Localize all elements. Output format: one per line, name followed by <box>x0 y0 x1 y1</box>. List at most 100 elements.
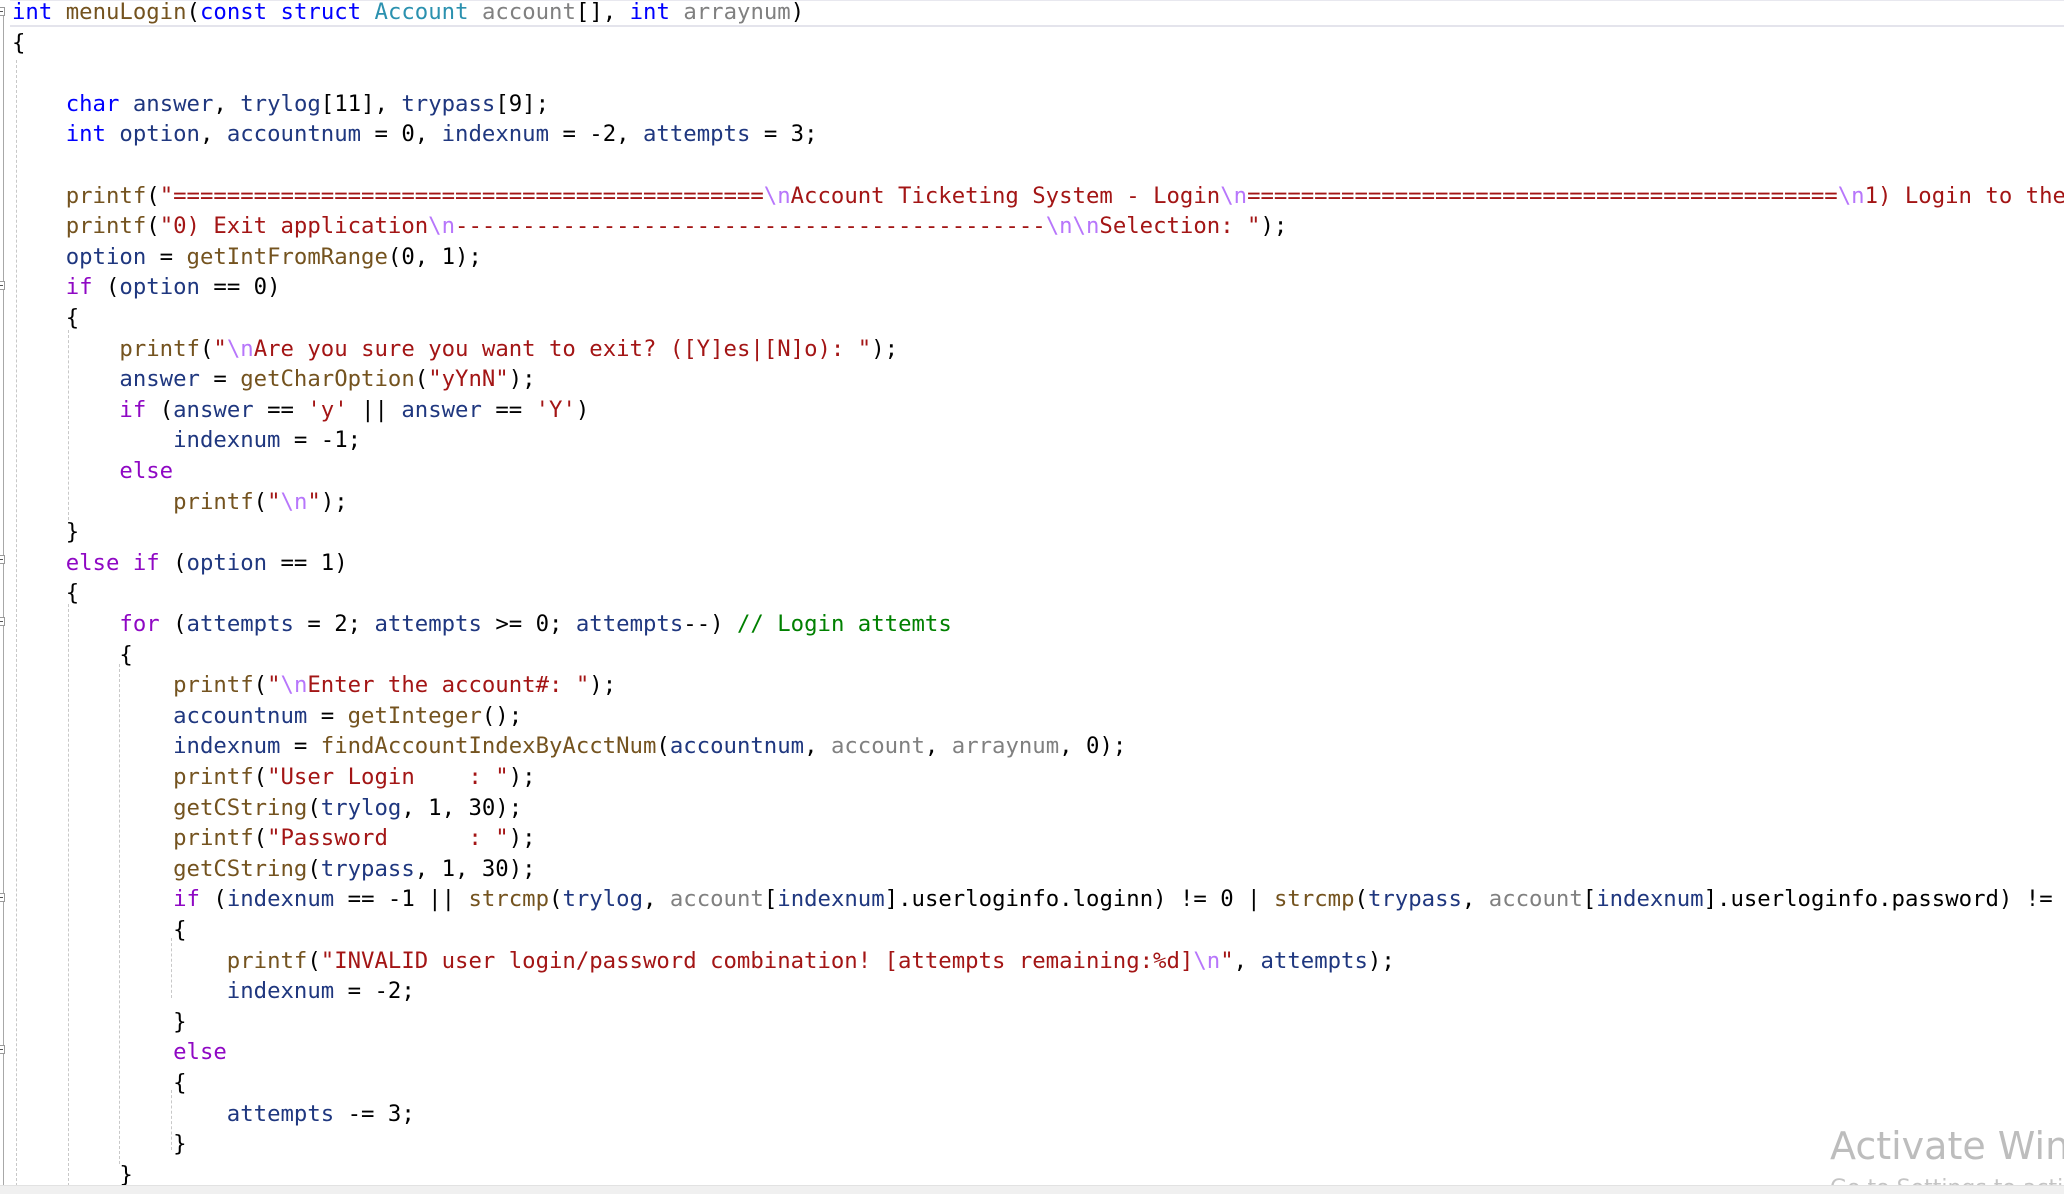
code-line[interactable]: option = getIntFromRange(0, 1); <box>12 242 482 272</box>
token-plain-text: -= 3; <box>334 1100 415 1127</box>
token-string-literal: ========================================… <box>1247 182 1838 209</box>
token-plain-text: } <box>12 1161 133 1188</box>
collapse-else-if-button[interactable] <box>0 555 5 564</box>
code-editor[interactable]: int menuLogin(const struct Account accou… <box>0 0 2064 1188</box>
token-plain-text: , 1, 30); <box>414 855 536 882</box>
token-local-variable: accountnum <box>173 702 308 729</box>
token-plain-text: = <box>307 702 348 729</box>
token-plain-text: ( <box>159 549 187 576</box>
token-plain-text <box>12 611 119 637</box>
code-line[interactable]: printf("INVALID user login/password comb… <box>12 946 1395 976</box>
code-line[interactable]: printf("0) Exit application\n-----------… <box>12 211 1288 241</box>
code-line[interactable]: indexnum = -1; <box>12 425 361 455</box>
token-comment: // Login attemts <box>736 611 952 637</box>
code-line[interactable]: { <box>12 1068 186 1098</box>
code-line[interactable]: answer = getCharOption("yYnN"); <box>12 364 535 394</box>
code-line[interactable]: } <box>12 517 79 547</box>
code-line[interactable]: printf("\nAre you sure you want to exit?… <box>12 334 898 364</box>
token-string-literal: 'Y' <box>535 396 576 423</box>
token-plain-text: [9]; <box>495 90 550 117</box>
token-plain-text: ); <box>508 825 536 852</box>
token-plain-text: , <box>1233 947 1261 974</box>
token-control-keyword: else if <box>65 549 160 576</box>
token-plain-text: (); <box>481 702 523 729</box>
token-plain-text <box>12 550 66 576</box>
code-line[interactable]: getCString(trylog, 1, 30); <box>12 793 522 823</box>
code-line[interactable]: indexnum = findAccountIndexByAcctNum(acc… <box>12 731 1126 761</box>
code-line[interactable]: else <box>12 456 173 486</box>
token-plain-text: ( <box>549 886 563 913</box>
token-parameter: account <box>830 733 925 760</box>
collapse-inner-if-button[interactable] <box>0 893 5 902</box>
token-plain-text: == -1 || <box>334 886 469 913</box>
outlining-margin <box>0 0 10 1186</box>
code-line[interactable]: attempts -= 3; <box>12 1099 415 1129</box>
code-line[interactable]: if (answer == 'y' || answer == 'Y') <box>12 395 589 425</box>
token-string-literal: 'y' <box>307 396 348 423</box>
code-line[interactable]: printf("Password : "); <box>12 823 536 853</box>
token-plain-text <box>12 948 227 974</box>
code-line[interactable]: { <box>12 303 79 333</box>
token-plain-text: ( <box>199 335 214 362</box>
code-line[interactable]: if (option == 0) <box>12 272 281 302</box>
token-function-name: getIntFromRange <box>186 243 388 270</box>
token-local-variable: indexnum <box>441 121 550 148</box>
token-plain-text: ); <box>871 335 899 362</box>
token-local-variable: option <box>65 243 147 270</box>
token-plain-text <box>469 0 482 25</box>
code-line[interactable]: int menuLogin(const struct Account accou… <box>12 0 804 27</box>
token-local-variable: indexnum <box>226 978 335 1005</box>
token-escape-sequence: \n <box>226 335 254 362</box>
token-local-variable: accountnum <box>669 733 805 760</box>
token-string-literal: ----------------------------------------… <box>455 213 1046 240</box>
code-line[interactable]: { <box>12 915 187 945</box>
collapse-for-button[interactable] <box>0 617 5 626</box>
code-line[interactable]: getCString(trypass, 1, 30); <box>12 854 536 884</box>
token-local-variable: accountnum <box>226 121 362 148</box>
code-line[interactable]: printf("\nEnter the account#: "); <box>12 670 616 700</box>
code-line[interactable]: else <box>12 1037 227 1067</box>
token-plain-text <box>12 886 173 912</box>
horizontal-scrollbar[interactable] <box>0 1185 2064 1194</box>
collapse-function-button[interactable] <box>0 7 5 16</box>
code-line[interactable]: printf("================================… <box>12 181 2064 211</box>
token-local-variable: attempts <box>226 1100 335 1127</box>
token-plain-text: } <box>12 1008 187 1035</box>
code-line[interactable]: int option, accountnum = 0, indexnum = -… <box>12 119 818 149</box>
code-line[interactable]: { <box>12 28 25 58</box>
token-string-literal: "Password : " <box>267 825 509 852</box>
token-plain-text: [ <box>763 886 778 913</box>
token-plain-text <box>12 458 119 484</box>
collapse-else-button[interactable] <box>0 1045 5 1054</box>
token-local-variable: indexnum <box>226 886 335 913</box>
token-plain-text <box>12 825 173 851</box>
code-line[interactable]: for (attempts = 2; attempts >= 0; attemp… <box>12 609 952 639</box>
token-local-variable: indexnum <box>173 733 281 760</box>
code-line[interactable]: } <box>12 1129 186 1159</box>
code-line[interactable]: if (indexnum == -1 || strcmp(trylog, acc… <box>12 884 2064 914</box>
token-plain-text: = <box>280 733 321 760</box>
code-line[interactable]: } <box>12 1007 187 1037</box>
code-line[interactable]: { <box>12 640 132 670</box>
token-string-literal: "User Login : " <box>267 764 509 790</box>
collapse-if-button[interactable] <box>0 281 5 290</box>
token-keyword: struct <box>280 0 362 25</box>
token-plain-text: ( <box>253 488 268 515</box>
token-plain-text: ( <box>253 764 268 790</box>
token-local-variable: indexnum <box>173 427 281 454</box>
token-plain-text <box>12 366 119 392</box>
code-line[interactable]: { <box>12 578 79 608</box>
code-line[interactable]: printf("User Login : "); <box>12 762 535 792</box>
token-plain-text: { <box>12 29 26 56</box>
token-plain-text: [], <box>575 0 630 25</box>
token-plain-text: { <box>12 917 187 943</box>
token-plain-text: [ <box>1582 886 1597 913</box>
code-line[interactable]: else if (option == 1) <box>12 548 348 578</box>
token-plain-text <box>12 795 173 821</box>
code-line[interactable]: indexnum = -2; <box>12 976 415 1006</box>
code-line[interactable]: printf("\n"); <box>12 487 348 517</box>
code-line[interactable]: char answer, trylog[11], trypass[9]; <box>12 89 549 119</box>
code-line[interactable]: accountnum = getInteger(); <box>12 701 522 731</box>
token-function-name: printf <box>65 182 147 209</box>
token-plain-text <box>12 427 173 453</box>
